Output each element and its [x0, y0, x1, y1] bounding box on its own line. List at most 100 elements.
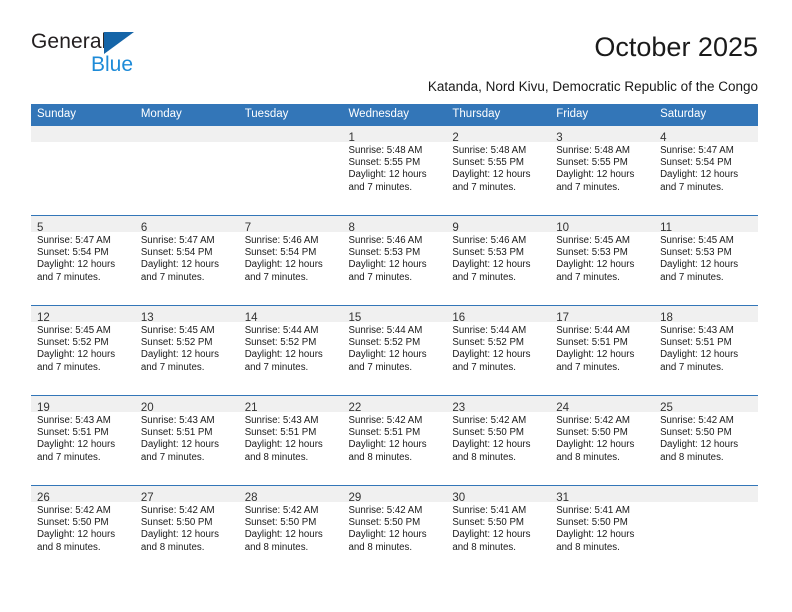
weekday-header-saturday: Saturday — [654, 104, 758, 126]
sunrise-sunset-calendar: Sunday Monday Tuesday Wednesday Thursday… — [31, 104, 758, 575]
day-details: Sunrise: 5:44 AM Sunset: 5:52 PM Daylight:… — [343, 322, 447, 374]
calendar-day-cell-empty — [238, 125, 343, 216]
calendar-day-cell[interactable]: 2 Sunrise: 5:48 AM Sunset: 5:55 PM Daylight… — [446, 125, 551, 216]
calendar-day-cell[interactable]: 12 Sunrise: 5:45 AM Sunset: 5:52 PM Dayligh… — [31, 305, 135, 396]
sunrise-text: Sunrise: 5:44 AM — [244, 325, 319, 336]
day-number: 16 — [452, 312, 466, 324]
day-cell-content — [654, 486, 758, 575]
calendar-day-cell[interactable]: 4 Sunrise: 5:47 AM Sunset: 5:54 PM Daylight… — [654, 125, 758, 216]
calendar-day-cell[interactable]: 30 Sunrise: 5:41 AM Sunset: 5:50 PM Dayligh… — [446, 485, 551, 575]
day-cell-content: 31 Sunrise: 5:41 AM Sunset: 5:50 PM Dayligh… — [550, 486, 655, 575]
day-cell-content — [238, 126, 343, 215]
day-number: 9 — [452, 222, 459, 234]
calendar-day-cell[interactable]: 22 Sunrise: 5:42 AM Sunset: 5:51 PM Dayligh… — [342, 395, 447, 486]
day-number: 7 — [244, 222, 252, 234]
calendar-day-cell[interactable]: 3 Sunrise: 5:48 AM Sunset: 5:55 PM Daylight… — [550, 125, 655, 216]
calendar-day-cell[interactable]: 15 Sunrise: 5:44 AM Sunset: 5:52 PM Dayligh… — [342, 305, 447, 396]
day-cell-content: 27 Sunrise: 5:42 AM Sunset: 5:50 PM Dayligh… — [134, 486, 239, 575]
daylight-text: Daylight: 12 hours and 7 minutes. — [556, 169, 635, 193]
sunset-text: Sunset: 5:50 PM — [556, 427, 628, 439]
day-number: 22 — [348, 402, 362, 414]
calendar-day-cell[interactable]: 10 Sunrise: 5:45 AM Sunset: 5:53 PM Dayligh… — [550, 215, 655, 306]
day-cell-content: 17 Sunrise: 5:44 AM Sunset: 5:51 PM Dayligh… — [550, 306, 655, 395]
day-details: Sunrise: 5:43 AM Sunset: 5:51 PM Daylight:… — [31, 412, 135, 464]
day-number: 26 — [37, 492, 50, 504]
day-details: Sunrise: 5:42 AM Sunset: 5:51 PM Daylight:… — [343, 412, 447, 464]
sunrise-text: Sunrise: 5:45 AM — [556, 235, 630, 246]
sunset-text: Sunset: 5:54 PM — [37, 247, 109, 259]
day-cell-content: 7 Sunrise: 5:46 AM Sunset: 5:54 PM Daylight… — [238, 216, 343, 305]
day-number: 8 — [348, 222, 355, 234]
weekday-header-sunday: Sunday — [31, 104, 135, 126]
day-cell-content: 4 Sunrise: 5:47 AM Sunset: 5:54 PM Daylight… — [654, 126, 758, 215]
daylight-text: Daylight: 12 hours and 7 minutes. — [37, 259, 116, 283]
day-number-band: 19 — [31, 396, 135, 414]
sunrise-text: Sunrise: 5:43 AM — [244, 415, 319, 426]
day-number-band: 12 — [31, 306, 135, 324]
calendar-day-cell[interactable]: 17 Sunrise: 5:44 AM Sunset: 5:51 PM Dayligh… — [550, 305, 655, 396]
day-number-band: 27 — [134, 486, 239, 504]
sunrise-text: Sunrise: 5:43 AM — [37, 415, 111, 426]
calendar-day-cell[interactable]: 20 Sunrise: 5:43 AM Sunset: 5:51 PM Dayligh… — [134, 395, 239, 486]
daylight-text: Daylight: 12 hours and 7 minutes. — [348, 169, 427, 193]
calendar-page: General Blue October 2025 Katanda, Nord … — [0, 0, 792, 612]
day-number-band — [31, 126, 135, 142]
calendar-day-cell[interactable]: 8 Sunrise: 5:46 AM Sunset: 5:53 PM Daylight… — [342, 215, 447, 306]
day-number-band — [134, 126, 239, 142]
calendar-day-cell[interactable]: 25 Sunrise: 5:42 AM Sunset: 5:50 PM Dayligh… — [654, 395, 758, 486]
day-details: Sunrise: 5:48 AM Sunset: 5:55 PM Daylight:… — [446, 142, 550, 194]
calendar-day-cell[interactable]: 27 Sunrise: 5:42 AM Sunset: 5:50 PM Dayligh… — [134, 485, 239, 575]
sunset-text: Sunset: 5:50 PM — [140, 517, 213, 529]
weekday-header-tuesday: Tuesday — [238, 104, 343, 126]
day-number-band — [654, 486, 758, 502]
calendar-day-cell[interactable]: 31 Sunrise: 5:41 AM Sunset: 5:50 PM Dayligh… — [550, 485, 655, 575]
calendar-day-cell[interactable]: 18 Sunrise: 5:43 AM Sunset: 5:51 PM Dayligh… — [654, 305, 758, 396]
sunrise-text: Sunrise: 5:42 AM — [660, 415, 734, 426]
calendar-day-cell[interactable]: 7 Sunrise: 5:46 AM Sunset: 5:54 PM Daylight… — [238, 215, 343, 306]
daylight-text: Daylight: 12 hours and 7 minutes. — [660, 259, 739, 283]
calendar-day-cell[interactable]: 23 Sunrise: 5:42 AM Sunset: 5:50 PM Dayligh… — [446, 395, 551, 486]
day-details: Sunrise: 5:42 AM Sunset: 5:50 PM Daylight:… — [31, 502, 135, 554]
calendar-day-cell[interactable]: 28 Sunrise: 5:42 AM Sunset: 5:50 PM Dayligh… — [238, 485, 343, 575]
day-number: 24 — [556, 402, 570, 414]
day-number: 5 — [37, 222, 44, 234]
day-cell-content: 11 Sunrise: 5:45 AM Sunset: 5:53 PM Dayligh… — [654, 216, 758, 305]
logo-triangle-icon — [104, 32, 134, 54]
day-number: 19 — [37, 402, 50, 414]
sunset-text: Sunset: 5:53 PM — [556, 247, 628, 259]
calendar-day-cell[interactable]: 14 Sunrise: 5:44 AM Sunset: 5:52 PM Dayligh… — [238, 305, 343, 396]
calendar-day-cell[interactable]: 5 Sunrise: 5:47 AM Sunset: 5:54 PM Daylight… — [31, 215, 135, 306]
daylight-text: Daylight: 12 hours and 7 minutes. — [37, 349, 116, 373]
daylight-text: Daylight: 12 hours and 7 minutes. — [660, 169, 739, 193]
calendar-day-cell[interactable]: 16 Sunrise: 5:44 AM Sunset: 5:52 PM Dayligh… — [446, 305, 551, 396]
day-details: Sunrise: 5:47 AM Sunset: 5:54 PM Daylight:… — [654, 142, 758, 194]
general-blue-logo[interactable]: General Blue — [31, 30, 211, 82]
day-details: Sunrise: 5:46 AM Sunset: 5:53 PM Daylight:… — [343, 232, 447, 284]
calendar-day-cell[interactable]: 11 Sunrise: 5:45 AM Sunset: 5:53 PM Dayligh… — [654, 215, 758, 306]
day-number: 15 — [348, 312, 362, 324]
calendar-day-cell[interactable]: 21 Sunrise: 5:43 AM Sunset: 5:51 PM Dayligh… — [238, 395, 343, 486]
daylight-text: Daylight: 12 hours and 7 minutes. — [140, 349, 219, 373]
day-number: 23 — [452, 402, 466, 414]
day-number-band: 10 — [550, 216, 655, 234]
calendar-day-cell[interactable]: 1 Sunrise: 5:48 AM Sunset: 5:55 PM Daylight… — [342, 125, 447, 216]
day-number: 4 — [660, 132, 667, 144]
daylight-text: Daylight: 12 hours and 8 minutes. — [660, 439, 739, 463]
daylight-text: Daylight: 12 hours and 7 minutes. — [452, 169, 531, 193]
calendar-day-cell[interactable]: 29 Sunrise: 5:42 AM Sunset: 5:50 PM Dayligh… — [342, 485, 447, 575]
day-cell-content: 6 Sunrise: 5:47 AM Sunset: 5:54 PM Daylight… — [134, 216, 239, 305]
calendar-day-cell[interactable]: 13 Sunrise: 5:45 AM Sunset: 5:52 PM Dayligh… — [134, 305, 239, 396]
day-cell-content: 28 Sunrise: 5:42 AM Sunset: 5:50 PM Dayligh… — [238, 486, 343, 575]
daylight-text: Daylight: 12 hours and 7 minutes. — [348, 349, 427, 373]
day-cell-content: 12 Sunrise: 5:45 AM Sunset: 5:52 PM Dayligh… — [31, 306, 135, 395]
sunset-text: Sunset: 5:52 PM — [348, 337, 421, 349]
calendar-day-cell[interactable]: 24 Sunrise: 5:42 AM Sunset: 5:50 PM Dayligh… — [550, 395, 655, 486]
calendar-day-cell[interactable]: 9 Sunrise: 5:46 AM Sunset: 5:53 PM Daylight… — [446, 215, 551, 306]
day-cell-content: 9 Sunrise: 5:46 AM Sunset: 5:53 PM Daylight… — [446, 216, 551, 305]
calendar-day-cell[interactable]: 6 Sunrise: 5:47 AM Sunset: 5:54 PM Daylight… — [134, 215, 239, 306]
day-details: Sunrise: 5:44 AM Sunset: 5:51 PM Daylight:… — [550, 322, 654, 374]
calendar-day-cell[interactable]: 19 Sunrise: 5:43 AM Sunset: 5:51 PM Dayligh… — [31, 395, 135, 486]
day-details: Sunrise: 5:45 AM Sunset: 5:53 PM Daylight:… — [654, 232, 758, 284]
calendar-day-cell[interactable]: 26 Sunrise: 5:42 AM Sunset: 5:50 PM Dayligh… — [31, 485, 135, 575]
day-details: Sunrise: 5:47 AM Sunset: 5:54 PM Daylight:… — [135, 232, 239, 284]
